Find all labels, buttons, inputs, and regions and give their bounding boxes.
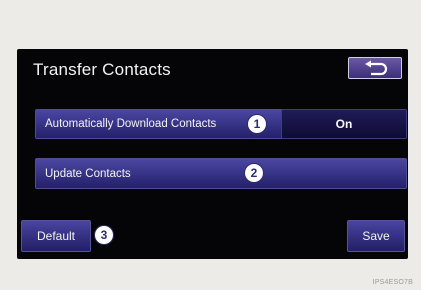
page-title: Transfer Contacts [33, 60, 171, 79]
save-button[interactable]: Save [347, 220, 405, 252]
return-arrow-icon [361, 60, 389, 76]
update-contacts-button[interactable]: Update Contacts [35, 158, 407, 189]
callout-badge-3: 3 [95, 226, 113, 244]
figure-code: IPS4ESO7B [372, 279, 413, 286]
auto-download-value[interactable]: On [281, 109, 407, 139]
update-contacts-label: Update Contacts [45, 168, 131, 180]
back-button[interactable] [348, 57, 402, 79]
callout-badge-2: 2 [245, 164, 263, 182]
auto-download-contacts-row[interactable]: Automatically Download Contacts [35, 109, 283, 139]
callout-badge-1: 1 [248, 115, 266, 133]
auto-download-contacts-label: Automatically Download Contacts [45, 118, 217, 130]
default-button[interactable]: Default [21, 220, 91, 252]
transfer-contacts-screen: Transfer Contacts Automatically Download… [17, 49, 408, 259]
